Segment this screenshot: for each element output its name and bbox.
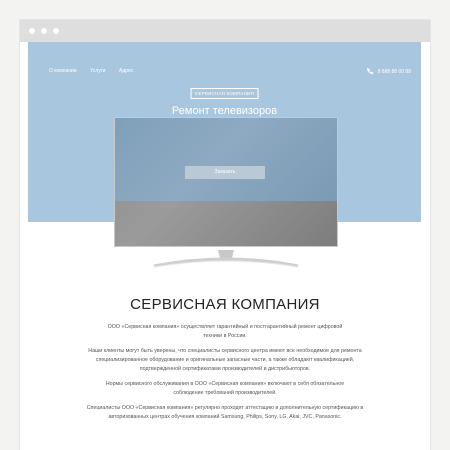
hero-badge: СЕРВИСНАЯ КОМПАНИЯ [190, 88, 259, 99]
section-title: СЕРВИСНАЯ КОМПАНИЯ [130, 296, 320, 313]
browser-toolbar [20, 20, 430, 42]
browser-window: О компании Услуги Адрес 8 888 88 00 88 С… [20, 20, 430, 450]
window-control-dot[interactable] [41, 28, 47, 34]
order-button[interactable]: Заказать [185, 166, 265, 179]
about-paragraph: Нормы сервисного обслуживания в ООО «Сер… [105, 381, 345, 396]
tv-image [114, 117, 338, 277]
nav-link-about[interactable]: О компании [49, 68, 77, 74]
about-paragraph: Специалисты ООО «Сервисная компания» рег… [86, 405, 364, 420]
phone-number: 8 888 88 00 88 [377, 69, 411, 75]
about-paragraph: Наши клиенты могут быть уверены, что спе… [88, 348, 362, 372]
window-control-dot[interactable] [53, 28, 59, 34]
window-control-dot[interactable] [29, 28, 35, 34]
phone-icon [366, 68, 373, 74]
hero-title: Ремонт телевизоров [171, 105, 278, 117]
nav-link-address[interactable]: Адрес [119, 68, 133, 74]
phone-contact[interactable]: 8 888 88 00 88 [366, 68, 411, 75]
tv-stand [153, 250, 299, 268]
tv-screen-tint [114, 117, 338, 201]
nav-link-services[interactable]: Услуги [90, 68, 105, 74]
about-paragraph: ООО «Сервисная компания» осуществляет га… [107, 324, 343, 339]
top-nav: О компании Услуги Адрес 8 888 88 00 88 [28, 68, 421, 78]
about-section: СЕРВИСНАЯ КОМПАНИЯ ООО «Сервисная компан… [20, 296, 430, 422]
